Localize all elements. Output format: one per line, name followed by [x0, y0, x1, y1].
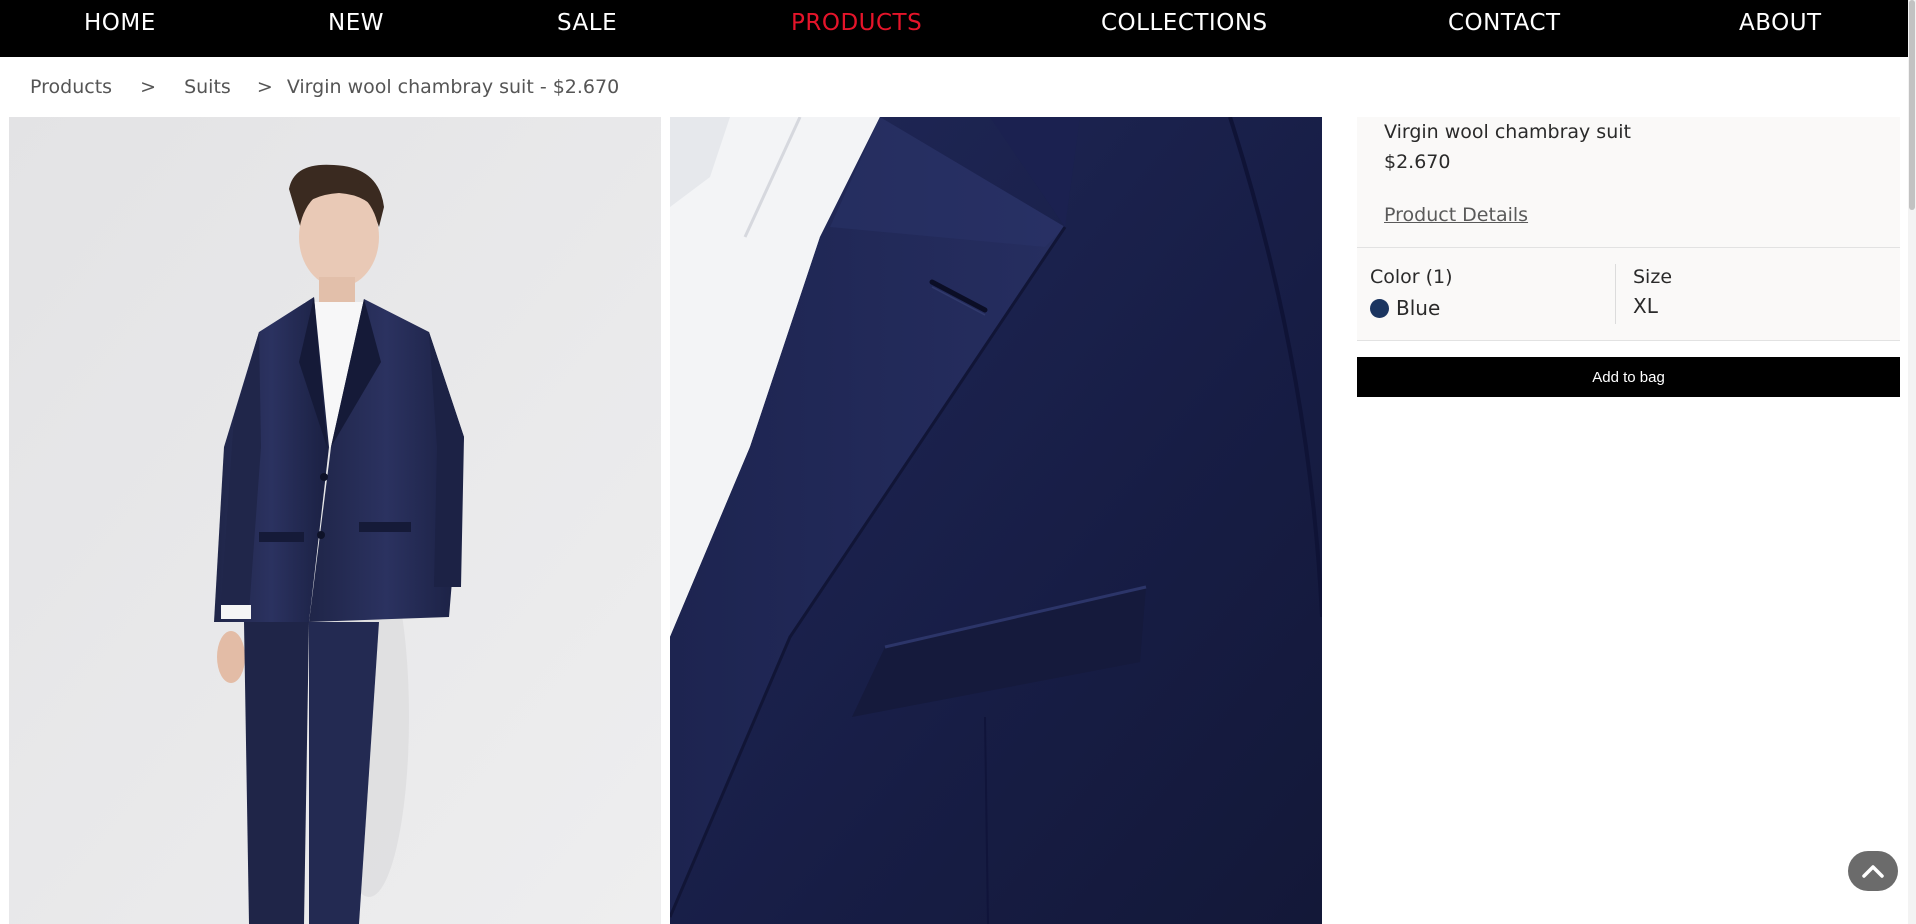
color-swatch-icon: [1370, 298, 1389, 318]
nav-new[interactable]: NEW: [328, 0, 384, 46]
model-illustration: [9, 117, 661, 924]
breadcrumb-separator: >: [140, 76, 157, 98]
product-image-model[interactable]: [9, 117, 661, 924]
chevron-up-icon: [1862, 865, 1884, 878]
breadcrumb: Products > Suits > Virgin wool chambray …: [30, 72, 619, 102]
top-navigation: HOME NEW SALE PRODUCTS COLLECTIONS CONTA…: [0, 0, 1916, 57]
divider: [1357, 340, 1900, 341]
size-label: Size: [1633, 266, 1673, 288]
options-divider: [1615, 264, 1616, 324]
color-value: Blue: [1396, 296, 1441, 320]
lapel-closeup-illustration: [670, 117, 1322, 924]
nav-about[interactable]: ABOUT: [1739, 0, 1822, 46]
color-label: Color (1): [1370, 266, 1453, 288]
product-options: Color (1) Blue Size XL: [1357, 248, 1900, 340]
breadcrumb-current: Virgin wool chambray suit - $2.670: [286, 76, 620, 98]
nav-contact[interactable]: CONTACT: [1448, 0, 1561, 46]
size-select[interactable]: XL: [1633, 294, 1658, 318]
nav-sale[interactable]: SALE: [557, 0, 617, 46]
nav-home[interactable]: HOME: [84, 0, 156, 46]
nav-collections[interactable]: COLLECTIONS: [1101, 0, 1268, 46]
product-details-link[interactable]: Product Details: [1384, 204, 1528, 226]
scroll-to-top-button[interactable]: [1848, 851, 1898, 891]
add-to-bag-button[interactable]: Add to bag: [1357, 357, 1900, 397]
page-scrollbar-thumb[interactable]: [1909, 0, 1915, 210]
breadcrumb-products[interactable]: Products: [30, 72, 112, 102]
color-option-blue[interactable]: Blue: [1370, 294, 1440, 322]
product-price: $2.670: [1384, 151, 1451, 173]
breadcrumb-suits[interactable]: Suits: [184, 72, 231, 102]
product-image-closeup[interactable]: [670, 117, 1322, 924]
product-info-panel: Virgin wool chambray suit $2.670 Product…: [1357, 117, 1900, 247]
product-name: Virgin wool chambray suit: [1384, 121, 1631, 143]
nav-products[interactable]: PRODUCTS: [791, 0, 922, 46]
breadcrumb-separator: >: [256, 76, 273, 98]
